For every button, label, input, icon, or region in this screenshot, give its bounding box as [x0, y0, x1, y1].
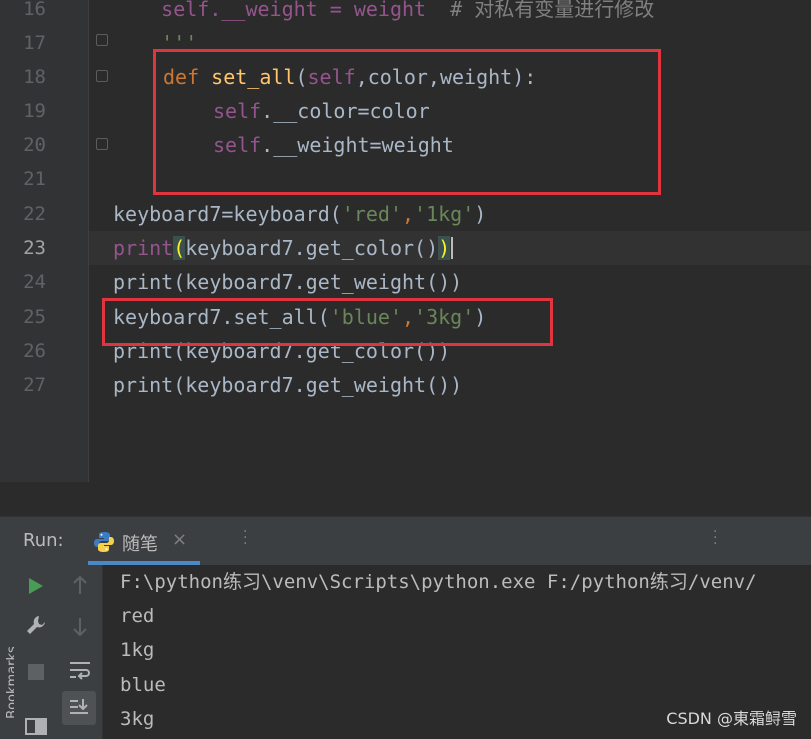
line-number: 21: [23, 168, 46, 190]
arrow-up-icon[interactable]: [72, 575, 88, 595]
code-line-23: print(keyboard7.get_color()): [113, 231, 454, 265]
stop-icon[interactable]: [27, 663, 45, 681]
run-header-bar: Run: 随笔 × · · · · · ·: [0, 517, 811, 565]
fold-end-icon[interactable]: [96, 138, 108, 150]
console-line: F:\python练习\venv\Scripts\python.exe F:/p…: [120, 571, 757, 593]
scroll-to-end-icon: [70, 699, 88, 714]
code-text: print(keyboard7.get_weight()): [113, 373, 463, 397]
code-line-24: print(keyboard7.get_weight()): [113, 265, 462, 299]
run-toolbar-secondary: [58, 565, 103, 739]
line-number: 18: [23, 66, 46, 88]
watermark: CSDN @東霜鲟雪: [666, 709, 797, 728]
string-literal: 'red': [341, 202, 402, 226]
line-number-current: 23: [23, 237, 46, 259]
line-number: 22: [23, 203, 46, 225]
text-cursor: [451, 237, 454, 259]
code-text: print(keyboard7.get_weight()): [113, 270, 463, 294]
console-line: red: [120, 605, 155, 627]
line-number: 19: [23, 100, 46, 122]
run-toolbar-primary: [14, 565, 58, 739]
console-line: 1kg: [120, 639, 155, 661]
run-title: Run:: [23, 530, 64, 551]
layout-icon[interactable]: [24, 715, 48, 735]
wrench-icon[interactable]: [24, 613, 48, 637]
code-comment: # 对私有变量进行修改: [450, 0, 655, 21]
code-text: self.__weight = weight: [113, 0, 451, 21]
left-tool-strip: Bookmarks: [0, 565, 20, 739]
console-line: 3kg: [120, 708, 155, 730]
matched-bracket: ): [438, 236, 451, 260]
code-text: keyboard7=keyboard(: [113, 202, 342, 226]
builtin-print: print: [113, 236, 174, 260]
run-tool-window: Run: 随笔 × · · · · · · Bookmarks F:\pytho…: [0, 516, 811, 739]
run-tab[interactable]: 随笔 ×: [88, 517, 200, 565]
python-icon: [94, 532, 114, 552]
matched-bracket: (: [173, 236, 186, 260]
console-line: blue: [120, 674, 166, 696]
paren: ): [474, 202, 487, 226]
soft-wrap-icon[interactable]: [68, 659, 92, 681]
line-number: 24: [23, 271, 46, 293]
code-line-16: self.__weight = weight # 对私有变量进行修改: [113, 0, 654, 26]
run-tab-label: 随笔: [122, 534, 158, 555]
run-icon[interactable]: [28, 577, 44, 595]
line-number: 26: [23, 340, 46, 362]
annotation-box-set-all-def: [153, 49, 661, 195]
annotation-box-set-all-call: [102, 298, 553, 346]
fold-end-icon[interactable]: [96, 34, 108, 46]
close-icon[interactable]: ×: [172, 529, 187, 550]
code-line-22: keyboard7=keyboard('red','1kg'): [113, 197, 486, 231]
ide-window: 16 17 18 19 20 21 22 23 24 25 26 27 self…: [0, 0, 811, 739]
arrow-down-icon[interactable]: [72, 617, 88, 637]
line-number: 16: [23, 0, 46, 20]
more-options-icon[interactable]: · · ·: [713, 525, 717, 551]
line-number: 27: [23, 374, 46, 396]
code-line-27: print(keyboard7.get_weight()): [113, 368, 462, 402]
drag-handle-icon[interactable]: · · ·: [243, 525, 247, 551]
fold-collapse-icon[interactable]: [96, 70, 108, 82]
line-number: 20: [23, 134, 46, 156]
code-text: keyboard7.get_color(): [185, 236, 439, 260]
scroll-to-end-toggle[interactable]: [62, 691, 96, 725]
string-literal: '1kg': [414, 202, 475, 226]
line-number: 25: [23, 306, 46, 328]
code-editor[interactable]: 16 17 18 19 20 21 22 23 24 25 26 27 self…: [0, 0, 811, 482]
comma: ,: [402, 202, 415, 226]
line-number: 17: [23, 32, 46, 54]
editor-footer-area: [0, 482, 811, 516]
